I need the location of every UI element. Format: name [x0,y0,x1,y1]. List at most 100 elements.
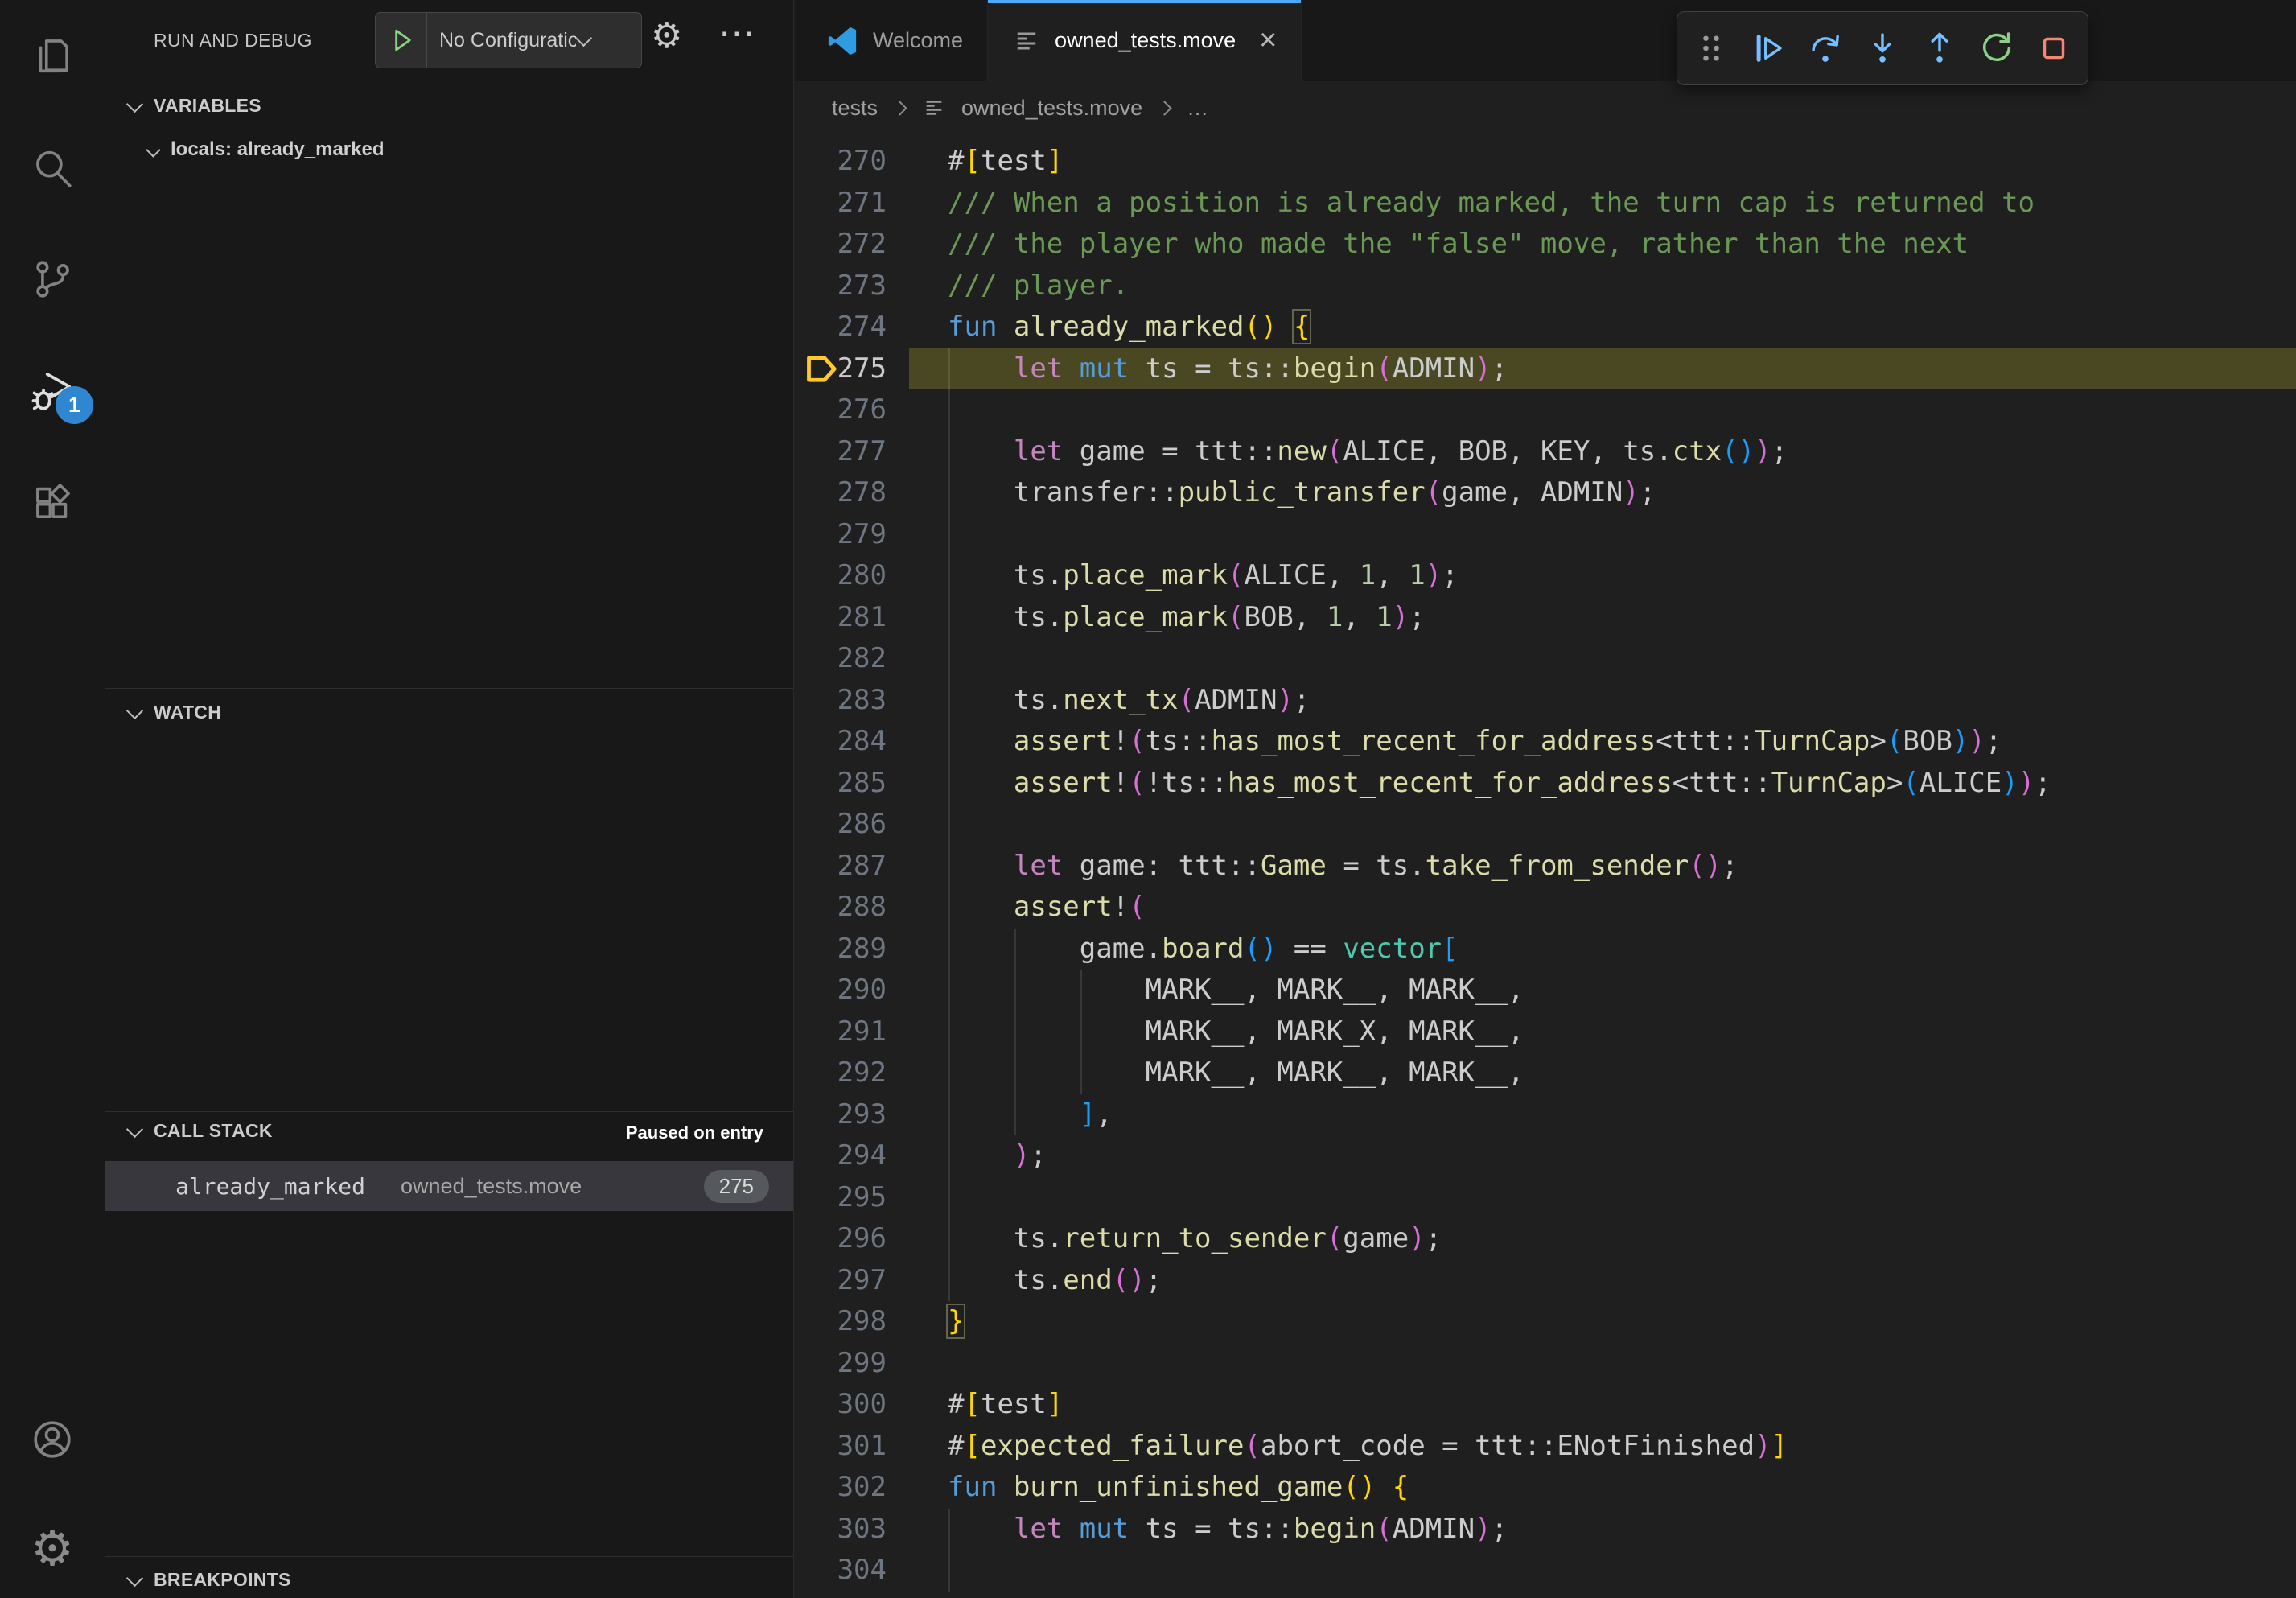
code-line-297[interactable]: 297 ts.end(); [795,1260,2296,1302]
code-line-288[interactable]: 288 assert!( [795,887,2296,929]
debug-settings-gear-icon[interactable]: ⚙ [651,19,682,54]
code-line-291[interactable]: 291 MARK__, MARK_X, MARK__, [795,1011,2296,1053]
line-number[interactable]: 294 [795,1135,887,1177]
toolbar-drag-handle[interactable] [1688,25,1734,72]
code-line-298[interactable]: 298} [795,1301,2296,1343]
breakpoints-section-header[interactable]: BREAKPOINTS [129,1569,291,1591]
tab-owned-tests-move[interactable]: owned_tests.move × [988,0,1302,81]
close-icon[interactable]: × [1259,23,1277,58]
line-number[interactable]: 280 [795,555,887,597]
line-number[interactable]: 276 [795,389,887,431]
line-number[interactable]: 286 [795,804,887,846]
code-line-295[interactable]: 295 [795,1177,2296,1219]
line-number[interactable]: 283 [795,680,887,722]
code-line-274[interactable]: 274fun already_marked() { [795,307,2296,348]
code-line-286[interactable]: 286 [795,804,2296,846]
line-number[interactable]: 293 [795,1094,887,1136]
code-line-276[interactable]: 276 [795,389,2296,431]
code-line-279[interactable]: 279 [795,514,2296,556]
code-line-302[interactable]: 302fun burn_unfinished_game() { [795,1467,2296,1509]
line-number[interactable]: 300 [795,1384,887,1426]
line-number[interactable]: 292 [795,1052,887,1094]
code-line-289[interactable]: 289 game.board() == vector[ [795,929,2296,970]
step-out-button[interactable] [1916,25,1963,72]
line-number[interactable]: 277 [795,431,887,473]
line-number[interactable]: 298 [795,1301,887,1343]
line-number[interactable]: 282 [795,638,887,680]
breadcrumb-folder[interactable]: tests [832,96,878,121]
line-number[interactable]: 279 [795,514,887,556]
line-number[interactable]: 296 [795,1218,887,1260]
variables-scope-row[interactable]: locals: already_marked [148,138,385,161]
code-line-285[interactable]: 285 assert!(!ts::has_most_recent_for_add… [795,763,2296,805]
call-stack-frame-row[interactable]: already_marked owned_tests.move 275 [105,1161,793,1211]
restart-button[interactable] [1973,25,2020,72]
line-number[interactable]: 291 [795,1011,887,1053]
stop-button[interactable] [2031,25,2077,72]
line-number[interactable]: 274 [795,307,887,348]
breadcrumb-file[interactable]: owned_tests.move [961,96,1142,121]
code-line-292[interactable]: 292 MARK__, MARK__, MARK__, [795,1052,2296,1094]
line-number[interactable]: 295 [795,1177,887,1219]
code-line-277[interactable]: 277 let game = ttt::new(ALICE, BOB, KEY,… [795,431,2296,473]
line-number[interactable]: 302 [795,1467,887,1509]
code-text: MARK__, MARK__, MARK__, [948,970,1524,1011]
line-number[interactable]: 297 [795,1260,887,1302]
continue-button[interactable] [1745,25,1792,72]
code-line-301[interactable]: 301#[expected_failure(abort_code = ttt::… [795,1426,2296,1468]
debug-config-dropdown[interactable]: No Configurations [375,12,642,68]
activity-item-extensions[interactable] [0,464,105,542]
step-into-button[interactable] [1859,25,1906,72]
code-line-303[interactable]: 303 let mut ts = ts::begin(ADMIN); [795,1509,2296,1551]
line-number[interactable]: 272 [795,224,887,266]
activity-item-account[interactable] [0,1401,105,1478]
code-line-273[interactable]: 273/// player. [795,266,2296,307]
line-number[interactable]: 290 [795,970,887,1011]
line-number[interactable]: 281 [795,597,887,639]
code-line-278[interactable]: 278 transfer::public_transfer(game, ADMI… [795,472,2296,514]
line-number[interactable]: 288 [795,887,887,929]
watch-section-header[interactable]: WATCH [129,702,221,723]
variables-section-header[interactable]: VARIABLES [129,95,261,117]
code-line-272[interactable]: 272/// the player who made the "false" m… [795,224,2296,266]
line-number[interactable]: 273 [795,266,887,307]
call-stack-section-header[interactable]: CALL STACK [129,1120,273,1142]
tab-welcome[interactable]: Welcome [801,0,988,81]
code-line-283[interactable]: 283 ts.next_tx(ADMIN); [795,680,2296,722]
activity-item-settings[interactable]: ⚙ [0,1510,105,1588]
code-line-271[interactable]: 271/// When a position is already marked… [795,183,2296,224]
activity-item-source-control[interactable] [0,241,105,318]
code-line-294[interactable]: 294 ); [795,1135,2296,1177]
more-actions-icon[interactable]: ⋯ [718,14,755,51]
line-number[interactable]: 271 [795,183,887,224]
line-number[interactable]: 289 [795,929,887,970]
code-line-293[interactable]: 293 ], [795,1094,2296,1136]
breadcrumb-symbol[interactable]: … [1187,96,1208,121]
code-line-281[interactable]: 281 ts.place_mark(BOB, 1, 1); [795,597,2296,639]
line-number[interactable]: 270 [795,141,887,183]
line-number[interactable]: 284 [795,721,887,763]
code-line-299[interactable]: 299 [795,1343,2296,1385]
line-number[interactable]: 278 [795,472,887,514]
line-number[interactable]: 304 [795,1550,887,1592]
code-line-275[interactable]: 275 let mut ts = ts::begin(ADMIN); [795,348,2296,390]
activity-item-explorer[interactable] [0,17,105,94]
code-editor[interactable]: 270#[test]271/// When a position is alre… [795,134,2296,1598]
step-over-button[interactable] [1802,25,1849,72]
code-line-304[interactable]: 304 [795,1550,2296,1592]
line-number[interactable]: 287 [795,846,887,888]
code-line-284[interactable]: 284 assert!(ts::has_most_recent_for_addr… [795,721,2296,763]
activity-item-search[interactable] [0,130,105,207]
code-line-287[interactable]: 287 let game: ttt::Game = ts.take_from_s… [795,846,2296,888]
line-number[interactable]: 285 [795,763,887,805]
code-line-300[interactable]: 300#[test] [795,1384,2296,1426]
code-line-270[interactable]: 270#[test] [795,141,2296,183]
activity-item-run-and-debug[interactable]: 1 [0,353,105,430]
code-line-296[interactable]: 296 ts.return_to_sender(game); [795,1218,2296,1260]
line-number[interactable]: 299 [795,1343,887,1385]
line-number[interactable]: 301 [795,1426,887,1468]
line-number[interactable]: 303 [795,1509,887,1551]
code-line-280[interactable]: 280 ts.place_mark(ALICE, 1, 1); [795,555,2296,597]
code-line-290[interactable]: 290 MARK__, MARK__, MARK__, [795,970,2296,1011]
code-line-282[interactable]: 282 [795,638,2296,680]
